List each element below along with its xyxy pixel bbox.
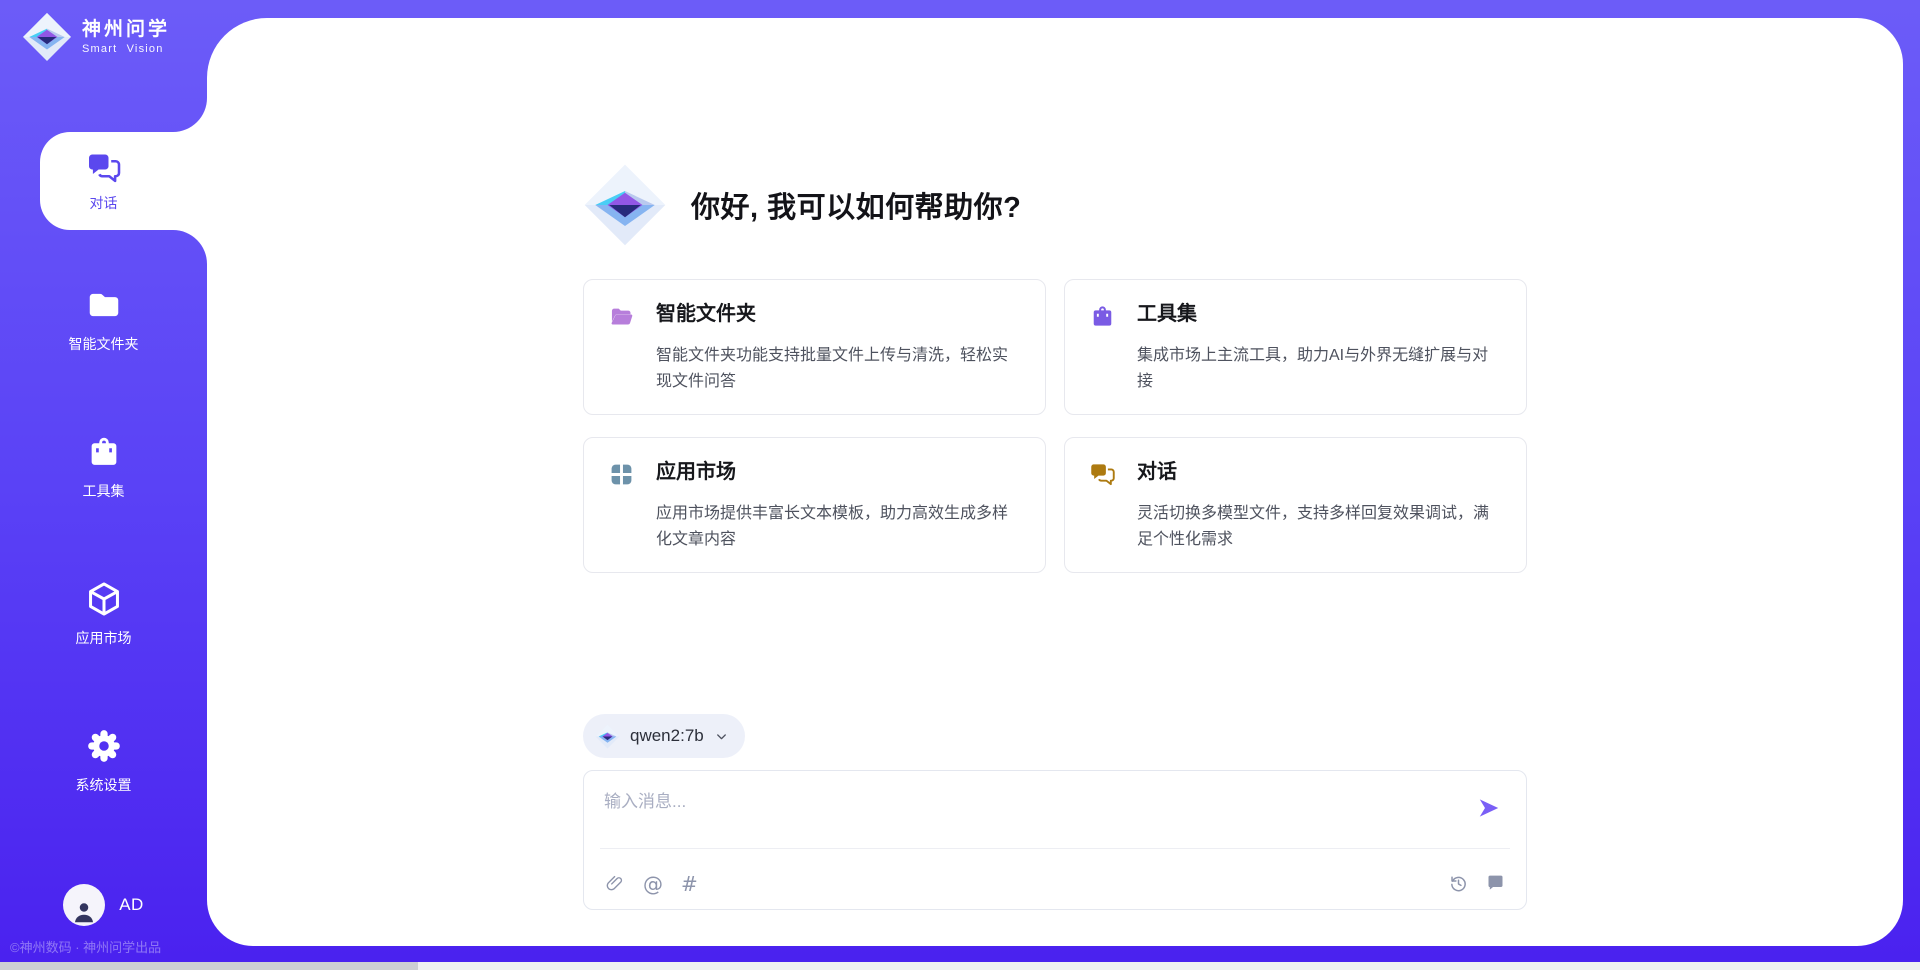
chat-bubbles-icon: [1089, 461, 1116, 488]
brand-name: 神州问学: [82, 19, 170, 42]
mention-button[interactable]: @: [643, 874, 663, 894]
brand-logo: 神州问学 Smart Vision: [22, 12, 170, 62]
hash-icon: #: [681, 874, 698, 894]
model-name: qwen2:7b: [630, 726, 704, 746]
app-root: { "brand": { "name": "神州问学", "subtitle":…: [0, 0, 1920, 970]
folder-open-icon: [608, 303, 635, 330]
welcome-content: 你好, 我可以如何帮助你? 智能文件夹 智能文件夹功能支持批量文件上传与清洗，轻…: [583, 163, 1527, 573]
composer-toolbar: @ #: [604, 873, 1506, 894]
user-avatar-icon: [69, 896, 99, 926]
diamond-logo-icon: [22, 12, 72, 62]
new-chat-button[interactable]: [1485, 873, 1506, 894]
feature-cards: 智能文件夹 智能文件夹功能支持批量文件上传与清洗，轻松实现文件问答 工具集 集成…: [583, 279, 1527, 573]
history-button[interactable]: [1448, 873, 1469, 894]
card-description: 集成市场上主流工具，助力AI与外界无缝扩展与对接: [1137, 343, 1502, 394]
card-title: 应用市场: [656, 458, 1021, 493]
card-description: 应用市场提供丰富长文本模板，助力高效生成多样化文章内容: [656, 501, 1021, 552]
model-selector[interactable]: qwen2:7b: [583, 714, 745, 758]
user-profile[interactable]: AD: [0, 884, 207, 926]
sidebar-item-label: 工具集: [83, 481, 125, 501]
grid-icon: [608, 461, 635, 488]
sidebar-item-app-market[interactable]: 应用市场: [0, 540, 207, 687]
send-button[interactable]: [1476, 795, 1502, 821]
composer: qwen2:7b: [583, 714, 1527, 910]
horizontal-scrollbar[interactable]: [0, 962, 1920, 970]
card-description: 智能文件夹功能支持批量文件上传与清洗，轻松实现文件问答: [656, 343, 1021, 394]
sidebar-item-chat[interactable]: 对话: [0, 132, 207, 230]
card-smart-folder[interactable]: 智能文件夹 智能文件夹功能支持批量文件上传与清洗，轻松实现文件问答: [583, 279, 1046, 415]
user-name: AD: [119, 895, 144, 915]
topic-button[interactable]: #: [681, 874, 698, 894]
message-input-box: @ #: [583, 770, 1527, 910]
comment-icon: [1485, 873, 1506, 894]
active-tab-curve-bottom: [173, 230, 207, 264]
sidebar-item-smart-folder[interactable]: 智能文件夹: [0, 246, 207, 393]
active-tab-curve-top: [173, 98, 207, 132]
diamond-logo-icon: [583, 163, 667, 247]
sidebar-item-toolset[interactable]: 工具集: [0, 393, 207, 540]
at-icon: @: [643, 874, 663, 894]
gear-icon: [85, 727, 123, 765]
main-panel: 你好, 我可以如何帮助你? 智能文件夹 智能文件夹功能支持批量文件上传与清洗，轻…: [207, 18, 1903, 946]
message-input[interactable]: [604, 787, 1462, 839]
card-title: 智能文件夹: [656, 300, 1021, 335]
sidebar-item-settings[interactable]: 系统设置: [0, 687, 207, 834]
avatar: [63, 884, 105, 926]
toolbox-icon: [1089, 303, 1116, 330]
chevron-down-icon: [714, 729, 729, 744]
card-description: 灵活切换多模型文件，支持多样回复效果调试，满足个性化需求: [1137, 501, 1502, 552]
sidebar-nav: 对话 智能文件夹 工具集 应用市场: [0, 132, 207, 834]
input-divider: [600, 848, 1510, 849]
diamond-logo-icon: [595, 724, 620, 749]
card-toolset[interactable]: 工具集 集成市场上主流工具，助力AI与外界无缝扩展与对接: [1064, 279, 1527, 415]
greeting-row: 你好, 我可以如何帮助你?: [583, 163, 1527, 247]
card-title: 工具集: [1137, 300, 1502, 335]
card-title: 对话: [1137, 458, 1502, 493]
brand-subtitle: Smart Vision: [82, 43, 170, 55]
sidebar: 神州问学 Smart Vision 对话 智能文件夹 工具集: [0, 0, 207, 970]
sidebar-item-label: 智能文件夹: [69, 334, 139, 354]
folder-icon: [85, 286, 123, 324]
chat-bubbles-icon: [86, 150, 122, 186]
sidebar-item-label: 对话: [90, 193, 118, 213]
scrollbar-thumb[interactable]: [0, 962, 418, 970]
card-chat[interactable]: 对话 灵活切换多模型文件，支持多样回复效果调试，满足个性化需求: [1064, 437, 1527, 573]
cube-icon: [85, 580, 123, 618]
toolbox-icon: [85, 433, 123, 471]
paperclip-icon: [604, 873, 625, 894]
sidebar-item-label: 应用市场: [76, 628, 132, 648]
history-icon: [1448, 873, 1469, 894]
greeting-title: 你好, 我可以如何帮助你?: [691, 184, 1021, 226]
sidebar-item-label: 系统设置: [76, 775, 132, 795]
card-app-market[interactable]: 应用市场 应用市场提供丰富长文本模板，助力高效生成多样化文章内容: [583, 437, 1046, 573]
attach-file-button[interactable]: [604, 873, 625, 894]
copyright-footer: ©神州数码 · 神州问学出品: [10, 937, 161, 956]
send-icon: [1476, 795, 1502, 821]
